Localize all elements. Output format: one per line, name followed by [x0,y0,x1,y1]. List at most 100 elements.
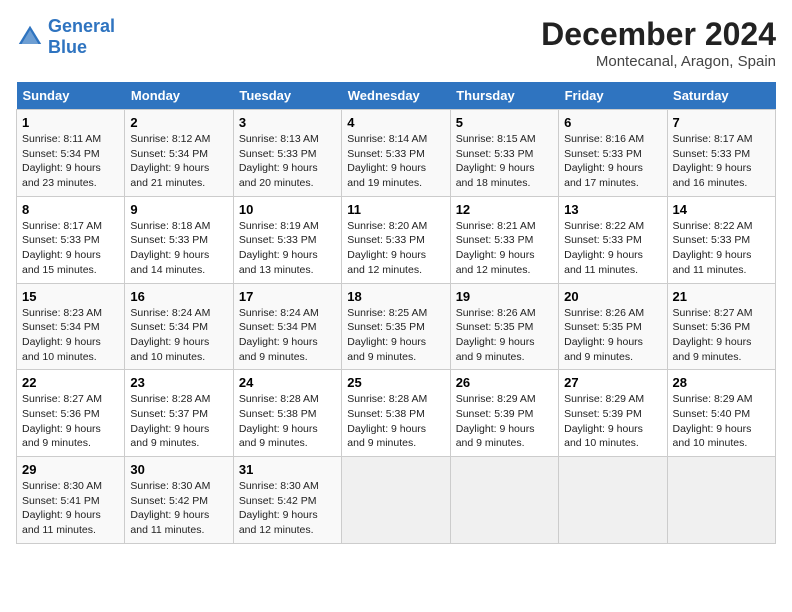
calendar-cell: 6 Sunrise: 8:16 AMSunset: 5:33 PMDaylight… [559,110,667,197]
month-title: December 2024 [541,16,776,53]
day-info: Sunrise: 8:28 AMSunset: 5:38 PMDaylight:… [239,392,336,451]
day-info: Sunrise: 8:29 AMSunset: 5:40 PMDaylight:… [673,392,770,451]
calendar-cell: 26Sunrise: 8:29 AMSunset: 5:39 PMDayligh… [450,370,558,457]
calendar-cell [667,457,775,544]
day-number: 5 [456,115,553,130]
calendar-cell: 24 Sunrise: 8:28 AMSunset: 5:38 PMDayligh… [233,370,341,457]
day-info: Sunrise: 8:28 AMSunset: 5:37 PMDaylight:… [130,392,227,451]
logo: General Blue [16,16,115,58]
day-info: Sunrise: 8:27 AMSunset: 5:36 PMDaylight:… [22,392,119,451]
day-number: 7 [673,115,770,130]
day-number: 12 [456,202,553,217]
logo-text-line1: General [48,16,115,37]
calendar-cell: 19Sunrise: 8:26 AMSunset: 5:35 PMDayligh… [450,283,558,370]
day-number: 30 [130,462,227,477]
calendar-row-2: 8 Sunrise: 8:17 AMSunset: 5:33 PMDaylight… [17,196,776,283]
day-info: Sunrise: 8:23 AMSunset: 5:34 PMDaylight:… [22,306,119,365]
calendar-cell: 12Sunrise: 8:21 AMSunset: 5:33 PMDayligh… [450,196,558,283]
day-info: Sunrise: 8:17 AMSunset: 5:33 PMDaylight:… [673,132,770,191]
header-wednesday: Wednesday [342,82,450,110]
day-number: 27 [564,375,661,390]
calendar-cell: 15 Sunrise: 8:23 AMSunset: 5:34 PMDayligh… [17,283,125,370]
header-saturday: Saturday [667,82,775,110]
day-number: 28 [673,375,770,390]
day-number: 9 [130,202,227,217]
day-number: 16 [130,289,227,304]
day-number: 29 [22,462,119,477]
header-sunday: Sunday [17,82,125,110]
logo-icon [16,23,44,51]
calendar-cell: 5 Sunrise: 8:15 AMSunset: 5:33 PMDaylight… [450,110,558,197]
day-number: 18 [347,289,444,304]
day-info: Sunrise: 8:16 AMSunset: 5:33 PMDaylight:… [564,132,661,191]
calendar-cell: 20 Sunrise: 8:26 AMSunset: 5:35 PMDayligh… [559,283,667,370]
day-info: Sunrise: 8:17 AMSunset: 5:33 PMDaylight:… [22,219,119,278]
calendar-cell: 4 Sunrise: 8:14 AMSunset: 5:33 PMDaylight… [342,110,450,197]
day-number: 11 [347,202,444,217]
day-info: Sunrise: 8:11 AMSunset: 5:34 PMDaylight:… [22,132,119,191]
calendar-cell: 10Sunrise: 8:19 AMSunset: 5:33 PMDayligh… [233,196,341,283]
day-info: Sunrise: 8:29 AMSunset: 5:39 PMDaylight:… [564,392,661,451]
calendar-cell: 16 Sunrise: 8:24 AMSunset: 5:34 PMDayligh… [125,283,233,370]
calendar-cell: 21 Sunrise: 8:27 AMSunset: 5:36 PMDayligh… [667,283,775,370]
title-area: December 2024 Montecanal, Aragon, Spain [541,16,776,70]
calendar-cell: 2 Sunrise: 8:12 AMSunset: 5:34 PMDaylight… [125,110,233,197]
day-info: Sunrise: 8:24 AMSunset: 5:34 PMDaylight:… [130,306,227,365]
day-number: 14 [673,202,770,217]
calendar-cell: 31 Sunrise: 8:30 AMSunset: 5:42 PMDayligh… [233,457,341,544]
day-info: Sunrise: 8:27 AMSunset: 5:36 PMDaylight:… [673,306,770,365]
day-info: Sunrise: 8:20 AMSunset: 5:33 PMDaylight:… [347,219,444,278]
calendar-cell: 14Sunrise: 8:22 AMSunset: 5:33 PMDayligh… [667,196,775,283]
calendar-cell: 23Sunrise: 8:28 AMSunset: 5:37 PMDayligh… [125,370,233,457]
calendar-cell: 25Sunrise: 8:28 AMSunset: 5:38 PMDayligh… [342,370,450,457]
day-info: Sunrise: 8:13 AMSunset: 5:33 PMDaylight:… [239,132,336,191]
calendar-row-5: 29Sunrise: 8:30 AMSunset: 5:41 PMDayligh… [17,457,776,544]
page-header: General Blue December 2024 Montecanal, A… [16,16,776,70]
day-number: 8 [22,202,119,217]
day-number: 20 [564,289,661,304]
day-info: Sunrise: 8:18 AMSunset: 5:33 PMDaylight:… [130,219,227,278]
day-number: 24 [239,375,336,390]
logo-text-line2: Blue [48,37,115,58]
day-number: 6 [564,115,661,130]
calendar-cell: 17 Sunrise: 8:24 AMSunset: 5:34 PMDayligh… [233,283,341,370]
day-info: Sunrise: 8:26 AMSunset: 5:35 PMDaylight:… [564,306,661,365]
header-tuesday: Tuesday [233,82,341,110]
day-number: 2 [130,115,227,130]
day-number: 3 [239,115,336,130]
day-number: 15 [22,289,119,304]
day-info: Sunrise: 8:22 AMSunset: 5:33 PMDaylight:… [564,219,661,278]
day-info: Sunrise: 8:26 AMSunset: 5:35 PMDaylight:… [456,306,553,365]
calendar-cell: 13 Sunrise: 8:22 AMSunset: 5:33 PMDayligh… [559,196,667,283]
day-info: Sunrise: 8:12 AMSunset: 5:34 PMDaylight:… [130,132,227,191]
calendar-cell: 28 Sunrise: 8:29 AMSunset: 5:40 PMDayligh… [667,370,775,457]
calendar-cell: 27 Sunrise: 8:29 AMSunset: 5:39 PMDayligh… [559,370,667,457]
calendar-cell: 3 Sunrise: 8:13 AMSunset: 5:33 PMDaylight… [233,110,341,197]
calendar-cell [559,457,667,544]
calendar-cell [342,457,450,544]
calendar-table: SundayMondayTuesdayWednesdayThursdayFrid… [16,82,776,544]
day-info: Sunrise: 8:30 AMSunset: 5:42 PMDaylight:… [130,479,227,538]
day-info: Sunrise: 8:24 AMSunset: 5:34 PMDaylight:… [239,306,336,365]
day-number: 1 [22,115,119,130]
day-info: Sunrise: 8:15 AMSunset: 5:33 PMDaylight:… [456,132,553,191]
day-number: 4 [347,115,444,130]
calendar-cell: 8 Sunrise: 8:17 AMSunset: 5:33 PMDaylight… [17,196,125,283]
header-monday: Monday [125,82,233,110]
calendar-cell: 11 Sunrise: 8:20 AMSunset: 5:33 PMDayligh… [342,196,450,283]
calendar-cell: 9 Sunrise: 8:18 AMSunset: 5:33 PMDaylight… [125,196,233,283]
day-info: Sunrise: 8:14 AMSunset: 5:33 PMDaylight:… [347,132,444,191]
day-number: 13 [564,202,661,217]
day-number: 21 [673,289,770,304]
calendar-cell: 30 Sunrise: 8:30 AMSunset: 5:42 PMDayligh… [125,457,233,544]
day-info: Sunrise: 8:25 AMSunset: 5:35 PMDaylight:… [347,306,444,365]
day-info: Sunrise: 8:30 AMSunset: 5:42 PMDaylight:… [239,479,336,538]
calendar-cell: 7 Sunrise: 8:17 AMSunset: 5:33 PMDaylight… [667,110,775,197]
calendar-row-1: 1 Sunrise: 8:11 AMSunset: 5:34 PMDaylight… [17,110,776,197]
calendar-cell: 22Sunrise: 8:27 AMSunset: 5:36 PMDayligh… [17,370,125,457]
calendar-header-row: SundayMondayTuesdayWednesdayThursdayFrid… [17,82,776,110]
day-number: 17 [239,289,336,304]
day-number: 31 [239,462,336,477]
header-thursday: Thursday [450,82,558,110]
day-number: 25 [347,375,444,390]
